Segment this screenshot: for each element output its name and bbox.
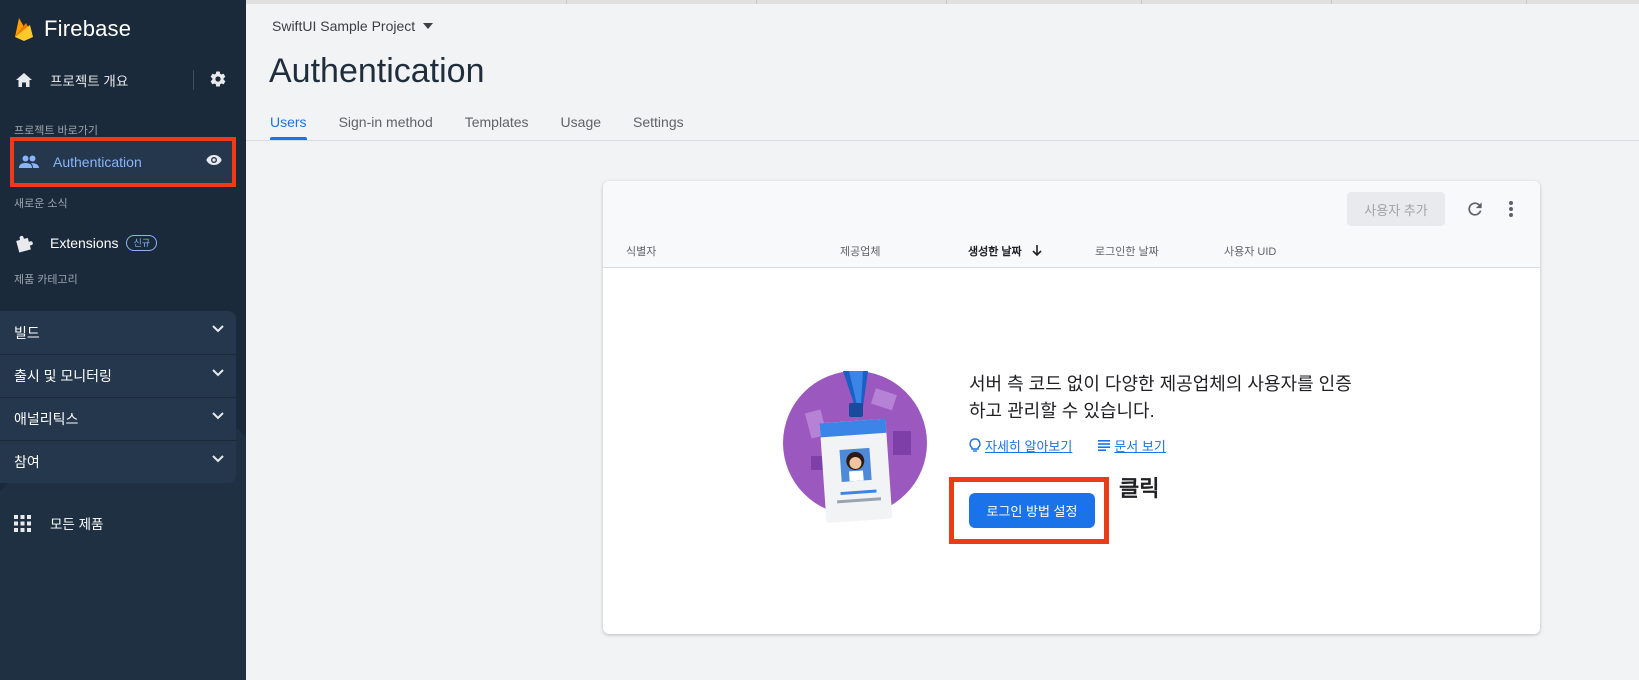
annotation-click: 클릭 [1119,476,1160,501]
tab-sign-in-method[interactable]: Sign-in method [339,106,433,140]
category-label: 빌드 [14,324,40,341]
empty-state-text: 서버 측 코드 없이 다양한 제공업체의 사용자를 인증하고 관리할 수 있습니… [969,374,1352,421]
people-icon [19,155,39,168]
column-header-created[interactable]: 생성한 날짜 [968,243,1042,259]
sidebar-item-extensions[interactable]: Extensions 신규 [0,228,246,258]
add-user-button[interactable]: 사용자 추가 [1347,192,1445,226]
browser-tab-strip [246,0,1639,4]
arrow-down-icon [1032,245,1042,257]
chevron-down-icon [212,325,224,333]
learn-more-link[interactable]: 자세히 알아보기 [985,436,1072,455]
project-name: SwiftUI Sample Project [272,18,416,34]
column-header-identifier[interactable]: 식별자 [626,243,656,259]
column-header-signed-in[interactable]: 로그인한 날짜 [1095,243,1159,259]
apps-grid-icon [14,514,31,532]
section-label-shortcuts: 프로젝트 바로가기 [14,125,99,137]
users-card: 사용자 추가 식별자 제공업체 생성한 날짜 로그인한 날짜 사용자 UID 서… [603,181,1540,634]
divider [246,140,1639,141]
refresh-icon[interactable] [1465,199,1485,219]
users-table-header: 사용자 추가 식별자 제공업체 생성한 날짜 로그인한 날짜 사용자 UID [603,181,1540,268]
project-selector[interactable]: SwiftUI Sample Project [272,18,434,34]
docs-link-wrapper: 문서 보기 [1098,436,1166,455]
sidebar-item-label: Authentication [53,154,142,170]
page-title: Authentication [269,52,485,90]
tab-bar: Users Sign-in method Templates Usage Set… [270,106,716,140]
settings-gear-button[interactable] [209,70,227,93]
sidebar-item-label: 모든 제품 [50,517,104,532]
tab-templates[interactable]: Templates [465,106,529,140]
section-label-categories: 제품 카테고리 [14,274,78,286]
sidebar-item-all-products[interactable]: 모든 제품 [0,508,246,538]
firebase-flame-icon [15,18,33,41]
chevron-down-icon [212,455,224,463]
category-label: 참여 [14,454,40,470]
pin-visibility-button[interactable] [206,153,222,171]
brand-name: Firebase [44,16,132,41]
chevron-down-icon [212,412,224,420]
doc-lines-icon [1098,440,1111,451]
column-header-label: 생성한 날짜 [968,246,1022,258]
eye-icon [206,155,222,165]
more-vert-icon[interactable] [1508,199,1514,219]
sidebar: Firebase 프로젝트 개요 프로젝트 바로가기 Authenticatio… [0,0,246,680]
chevron-down-icon [212,369,224,377]
help-links: 자세히 알아보기 문서 보기 [969,436,1166,455]
column-header-provider[interactable]: 제공업체 [840,243,880,259]
category-release-monitor[interactable]: 출시 및 모니터링 [0,354,236,397]
view-docs-link[interactable]: 문서 보기 [1114,436,1165,455]
set-sign-in-method-button[interactable]: 로그인 방법 설정 [969,493,1095,528]
section-label-news: 새로운 소식 [14,198,68,210]
firebase-logo[interactable]: Firebase [14,14,131,44]
category-label: 출시 및 모니터링 [14,368,112,384]
id-badge-illustration [783,371,927,523]
product-category-list: 빌드 출시 및 모니터링 애널리틱스 참여 [0,311,236,483]
category-build[interactable]: 빌드 [0,311,236,354]
tab-settings[interactable]: Settings [633,106,684,140]
lightbulb-icon [969,438,981,452]
new-badge: 신규 [126,235,158,251]
divider [193,70,194,90]
caret-down-icon [423,23,434,29]
extensions-puzzle-icon [16,236,33,253]
home-icon [16,73,32,87]
sidebar-item-label: 프로젝트 개요 [50,74,129,89]
tab-usage[interactable]: Usage [561,106,601,140]
sidebar-item-label: Extensions [50,235,119,251]
category-analytics[interactable]: 애널리틱스 [0,397,236,440]
gear-icon [210,71,226,87]
column-header-uid[interactable]: 사용자 UID [1224,243,1276,259]
sidebar-item-authentication[interactable]: Authentication [10,137,236,187]
category-label: 애널리틱스 [14,411,79,427]
tab-users[interactable]: Users [270,106,307,140]
category-engage[interactable]: 참여 [0,440,236,483]
